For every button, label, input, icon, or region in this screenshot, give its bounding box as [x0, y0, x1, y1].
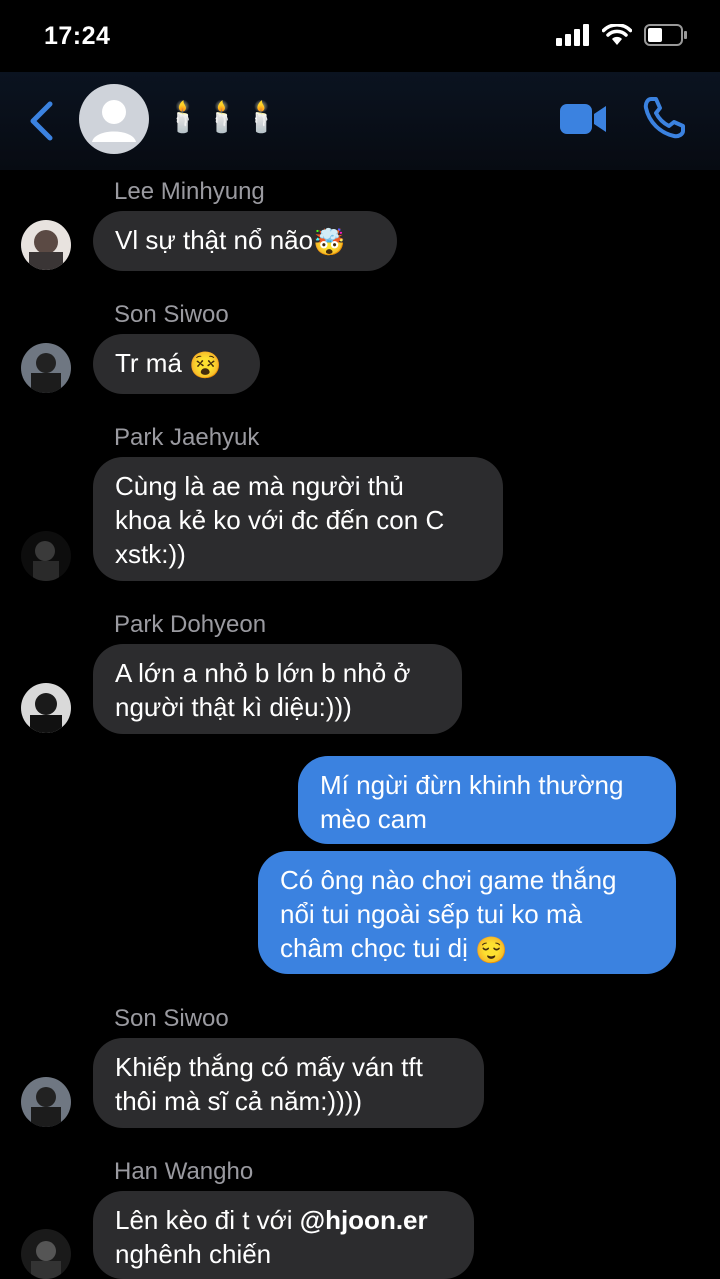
- back-chevron-icon[interactable]: [26, 100, 56, 142]
- message-text: Vl sự thật nổ não: [115, 225, 314, 255]
- status-time: 17:24: [44, 22, 111, 50]
- mention-link[interactable]: @hjoon.er: [300, 1205, 428, 1235]
- message-text: Tr má: [115, 348, 182, 378]
- avatar[interactable]: [21, 220, 71, 270]
- sender-name: Park Jaehyuk: [114, 424, 260, 451]
- outgoing-message-bubble[interactable]: Có ông nào chơi game thắng nổi tui ngoài…: [258, 851, 676, 974]
- video-call-icon[interactable]: [558, 100, 608, 138]
- avatar[interactable]: [21, 1077, 71, 1127]
- emoji: 🤯: [313, 227, 346, 258]
- status-bar: 17:24: [0, 0, 720, 72]
- emoji: 😌: [475, 935, 508, 966]
- message-line: châm chọc tui dị: [280, 933, 468, 963]
- avatar[interactable]: [21, 531, 71, 581]
- avatar[interactable]: [21, 343, 71, 393]
- avatar[interactable]: [21, 1229, 71, 1279]
- message-line: xstk:)): [115, 539, 186, 569]
- message-bubble[interactable]: Lên kèo đi t với @hjoon.er nghênh chiến: [93, 1191, 474, 1279]
- message-bubble[interactable]: Cùng là ae mà người thủ khoa kẻ ko với đ…: [93, 457, 503, 581]
- message-line: nghênh chiến: [115, 1239, 272, 1269]
- message-line: người thật kì diệu:))): [115, 692, 352, 722]
- chat-title[interactable]: 🕯️🕯️🕯️: [164, 100, 282, 135]
- message-line: Khiếp thắng có mấy ván tft: [115, 1052, 423, 1082]
- default-avatar-icon: [92, 100, 136, 142]
- battery-icon: [644, 24, 687, 46]
- sender-name: Son Siwoo: [114, 1005, 229, 1032]
- outgoing-message-bubble[interactable]: Mí ngừi đừn khinh thường mèo cam: [298, 756, 676, 844]
- message-bubble[interactable]: Khiếp thắng có mấy ván tft thôi mà sĩ cả…: [93, 1038, 484, 1128]
- message-bubble[interactable]: Tr má 😵: [93, 334, 260, 394]
- message-line: thôi mà sĩ cả năm:)))): [115, 1086, 363, 1116]
- message-bubble[interactable]: A lớn a nhỏ b lớn b nhỏ ở người thật kì …: [93, 644, 462, 734]
- message-line: khoa kẻ ko với đc đến con C: [115, 505, 445, 535]
- sender-name: Han Wangho: [114, 1158, 254, 1185]
- signal-icon: [556, 24, 589, 46]
- avatar[interactable]: [21, 683, 71, 733]
- message-line: Mí ngừi đừn khinh thường: [320, 770, 624, 800]
- emoji: 😵: [189, 350, 222, 381]
- group-avatar[interactable]: [79, 84, 149, 154]
- message-line: Có ông nào chơi game thắng: [280, 865, 617, 895]
- message-line: nổi tui ngoài sếp tui ko mà: [280, 899, 583, 929]
- message-bubble[interactable]: Vl sự thật nổ não🤯: [93, 211, 397, 271]
- sender-name: Lee Minhyung: [114, 178, 265, 205]
- message-line: A lớn a nhỏ b lớn b nhỏ ở: [115, 658, 411, 688]
- wifi-icon: [602, 24, 632, 45]
- sender-name: Son Siwoo: [114, 301, 229, 328]
- message-line: mèo cam: [320, 804, 427, 834]
- status-icons: [556, 24, 688, 46]
- sender-name: Park Dohyeon: [114, 611, 267, 638]
- phone-call-icon[interactable]: [642, 96, 686, 140]
- message-line: Cùng là ae mà người thủ: [115, 471, 404, 501]
- message-line: Lên kèo đi t với: [115, 1205, 300, 1235]
